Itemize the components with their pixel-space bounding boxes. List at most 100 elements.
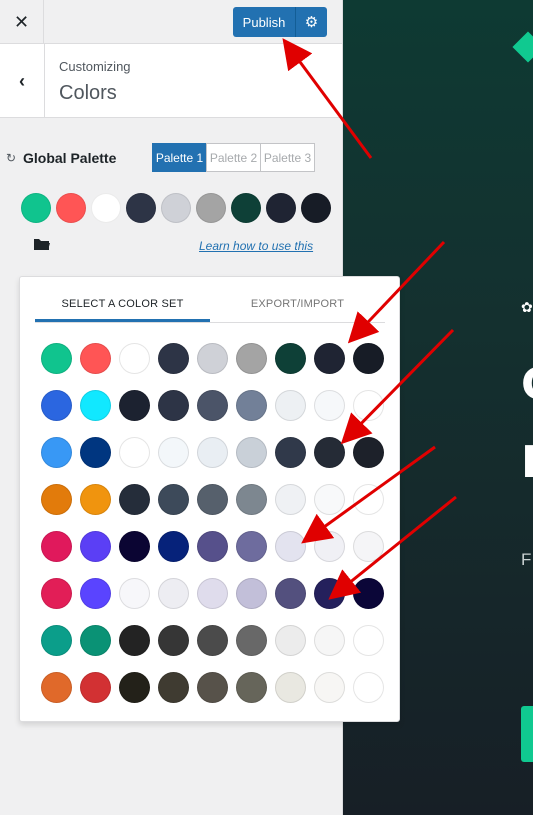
color-set-swatch[interactable] xyxy=(353,484,384,515)
reset-icon[interactable]: ↻ xyxy=(6,151,16,165)
color-set-swatch[interactable] xyxy=(41,578,72,609)
color-set-swatch[interactable] xyxy=(353,578,384,609)
color-set-swatch[interactable] xyxy=(236,390,267,421)
palette-swatch-4[interactable] xyxy=(126,193,156,223)
color-set-swatch[interactable] xyxy=(197,484,228,515)
color-set-swatch[interactable] xyxy=(158,672,189,703)
color-set-swatch[interactable] xyxy=(119,531,150,562)
tab-palette-1[interactable]: Palette 1 xyxy=(152,143,207,172)
color-set-swatch[interactable] xyxy=(119,578,150,609)
color-set-swatch[interactable] xyxy=(314,625,345,656)
color-set-swatch[interactable] xyxy=(197,437,228,468)
color-set-swatch[interactable] xyxy=(80,343,111,374)
tab-export-import[interactable]: EXPORT/IMPORT xyxy=(210,291,385,322)
color-set-row-5[interactable] xyxy=(41,531,392,578)
color-set-swatch[interactable] xyxy=(41,484,72,515)
color-set-swatch[interactable] xyxy=(275,484,306,515)
color-set-swatch[interactable] xyxy=(275,578,306,609)
color-set-swatch[interactable] xyxy=(236,625,267,656)
color-set-swatch[interactable] xyxy=(236,578,267,609)
color-set-swatch[interactable] xyxy=(158,343,189,374)
color-set-swatch[interactable] xyxy=(353,343,384,374)
color-set-swatch[interactable] xyxy=(119,390,150,421)
color-set-swatch[interactable] xyxy=(353,437,384,468)
back-button[interactable]: ‹ xyxy=(0,44,45,118)
color-set-swatch[interactable] xyxy=(80,531,111,562)
color-set-row-8[interactable] xyxy=(41,672,392,719)
color-set-swatch[interactable] xyxy=(158,625,189,656)
tab-palette-3[interactable]: Palette 3 xyxy=(260,143,315,172)
color-set-swatch[interactable] xyxy=(119,672,150,703)
color-set-swatch[interactable] xyxy=(314,531,345,562)
tab-palette-2[interactable]: Palette 2 xyxy=(206,143,261,172)
color-set-row-1[interactable] xyxy=(41,343,392,390)
color-set-swatch[interactable] xyxy=(275,531,306,562)
folder-icon[interactable] xyxy=(33,237,51,251)
palette-swatch-7[interactable] xyxy=(231,193,261,223)
color-set-swatch[interactable] xyxy=(275,390,306,421)
color-set-row-6[interactable] xyxy=(41,578,392,625)
color-set-swatch[interactable] xyxy=(158,437,189,468)
color-set-swatch[interactable] xyxy=(41,531,72,562)
palette-swatch-9[interactable] xyxy=(301,193,331,223)
color-set-swatch[interactable] xyxy=(353,672,384,703)
color-set-swatch[interactable] xyxy=(353,531,384,562)
color-set-swatch[interactable] xyxy=(236,672,267,703)
color-set-swatch[interactable] xyxy=(275,672,306,703)
publish-settings-gear-icon[interactable]: ⚙ xyxy=(296,7,327,37)
hero-cta-button[interactable] xyxy=(521,706,533,762)
color-set-swatch[interactable] xyxy=(197,672,228,703)
color-set-swatch[interactable] xyxy=(314,437,345,468)
color-set-swatch[interactable] xyxy=(314,578,345,609)
color-set-swatch[interactable] xyxy=(80,578,111,609)
color-set-swatch[interactable] xyxy=(41,672,72,703)
color-set-swatch[interactable] xyxy=(197,343,228,374)
color-set-swatch[interactable] xyxy=(80,484,111,515)
color-set-swatch[interactable] xyxy=(119,625,150,656)
color-set-swatch[interactable] xyxy=(119,437,150,468)
publish-button[interactable]: Publish xyxy=(233,7,296,37)
color-set-swatch[interactable] xyxy=(314,343,345,374)
color-set-swatch[interactable] xyxy=(236,437,267,468)
color-set-row-2[interactable] xyxy=(41,390,392,437)
color-set-swatch[interactable] xyxy=(275,625,306,656)
close-button[interactable]: ✕ xyxy=(0,0,44,44)
color-set-row-3[interactable] xyxy=(41,437,392,484)
palette-swatch-1[interactable] xyxy=(21,193,51,223)
color-set-swatch[interactable] xyxy=(119,484,150,515)
color-set-swatch[interactable] xyxy=(314,390,345,421)
color-set-swatch[interactable] xyxy=(197,625,228,656)
tab-select-color-set[interactable]: SELECT A COLOR SET xyxy=(35,291,210,322)
color-set-swatch[interactable] xyxy=(353,625,384,656)
palette-swatch-6[interactable] xyxy=(196,193,226,223)
color-set-swatch[interactable] xyxy=(80,437,111,468)
palette-swatch-8[interactable] xyxy=(266,193,296,223)
color-set-swatch[interactable] xyxy=(236,484,267,515)
color-set-swatch[interactable] xyxy=(275,437,306,468)
color-set-swatch[interactable] xyxy=(158,531,189,562)
palette-swatch-5[interactable] xyxy=(161,193,191,223)
color-set-swatch[interactable] xyxy=(275,343,306,374)
color-set-swatch[interactable] xyxy=(80,625,111,656)
color-set-swatch[interactable] xyxy=(41,437,72,468)
color-set-swatch[interactable] xyxy=(353,390,384,421)
color-set-swatch[interactable] xyxy=(80,390,111,421)
color-set-swatch[interactable] xyxy=(158,578,189,609)
color-set-row-4[interactable] xyxy=(41,484,392,531)
color-set-swatch[interactable] xyxy=(41,343,72,374)
color-set-swatch[interactable] xyxy=(41,390,72,421)
color-set-swatch[interactable] xyxy=(197,578,228,609)
color-set-swatch[interactable] xyxy=(314,672,345,703)
color-set-swatch[interactable] xyxy=(158,390,189,421)
palette-swatch-2[interactable] xyxy=(56,193,86,223)
color-set-swatch[interactable] xyxy=(41,625,72,656)
color-set-swatch[interactable] xyxy=(236,343,267,374)
color-set-swatch[interactable] xyxy=(119,343,150,374)
color-set-swatch[interactable] xyxy=(158,484,189,515)
color-set-swatch[interactable] xyxy=(80,672,111,703)
palette-swatch-3[interactable] xyxy=(91,193,121,223)
color-set-swatch[interactable] xyxy=(236,531,267,562)
learn-link[interactable]: Learn how to use this xyxy=(199,239,313,253)
color-set-swatch[interactable] xyxy=(314,484,345,515)
color-set-row-7[interactable] xyxy=(41,625,392,672)
